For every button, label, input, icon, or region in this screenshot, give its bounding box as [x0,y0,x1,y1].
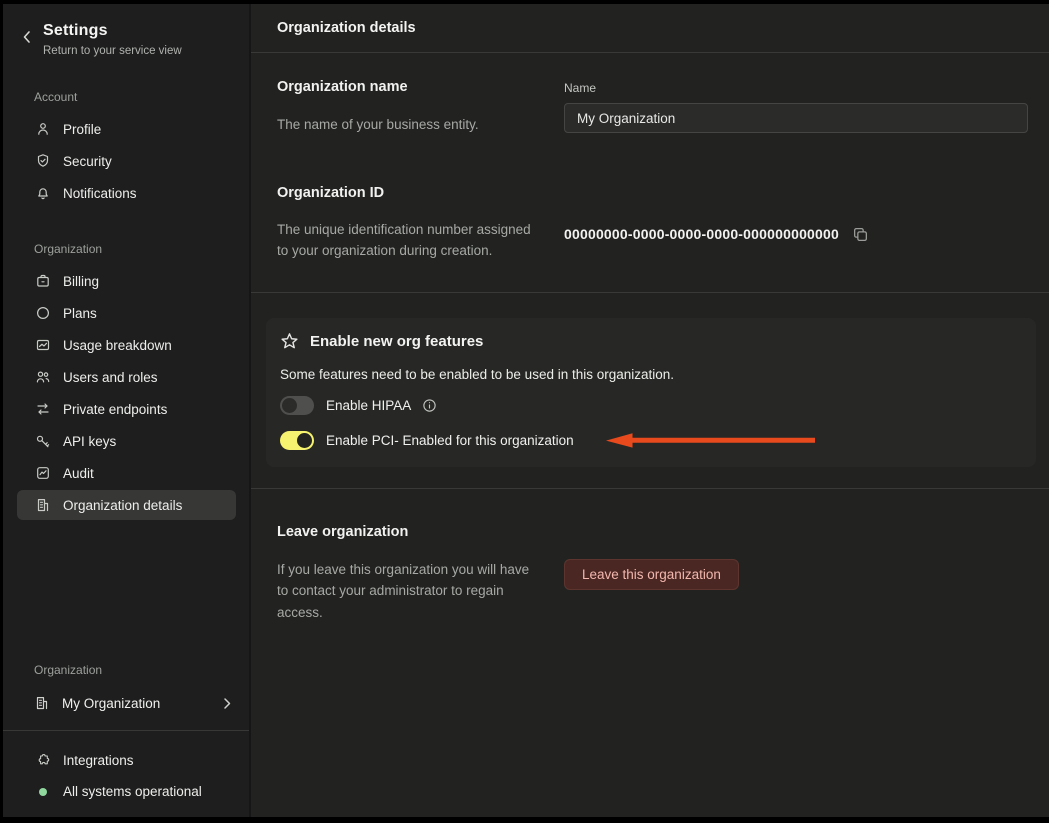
sidebar-item-organization-details[interactable]: Organization details [17,490,236,520]
card-title: Enable new org features [310,332,484,350]
card-description: Some features need to be enabled to be u… [280,366,675,382]
section-label-organization: Organization [34,242,103,256]
org-switcher[interactable]: My Organization [3,686,249,720]
sidebar-item-label: Notifications [63,185,137,201]
copy-icon[interactable] [852,226,869,243]
sidebar-item-billing[interactable]: Billing [3,265,249,297]
enable-features-card: Enable new org features Some features ne… [266,317,1036,467]
red-arrow-annotation-icon [604,432,817,448]
sidebar-subtitle[interactable]: Return to your service view [43,45,182,57]
star-icon [280,332,299,351]
org-id-heading: Organization ID [277,184,385,201]
section-label-account: Account [34,90,78,104]
pci-toggle[interactable] [280,430,314,450]
key-icon [34,433,51,449]
sidebar-item-label: Billing [63,273,100,289]
sidebar-item-users-and-roles[interactable]: Users and roles [3,361,249,393]
org-name-section: Organization name The name of your busin… [251,53,1049,136]
status-label: All systems operational [63,784,202,799]
sidebar-item-private-endpoints[interactable]: Private endpoints [3,393,249,425]
sidebar-item-label: API keys [63,433,117,449]
usage-chart-icon [34,337,51,353]
section-divider [251,291,1049,293]
puzzle-icon [34,753,51,769]
app-window: Settings Return to your service view Acc… [3,4,1049,817]
sidebar-item-label: Private endpoints [63,401,168,417]
billing-icon [34,273,51,289]
name-field-label: Name [564,81,597,95]
pci-toggle-row: Enable PCI- Enabled for this organizatio… [280,426,1016,455]
org-name-description: The name of your business entity. [277,117,479,132]
org-switcher-value: My Organization [62,695,161,711]
audit-icon [34,465,51,481]
main-content: Organization details Organization name T… [251,4,1049,817]
organization-nav: Billing Plans Usage breakdown Users and … [3,265,249,521]
hipaa-toggle[interactable] [280,395,314,415]
person-icon [34,121,51,137]
sidebar-item-api-keys[interactable]: API keys [3,425,249,457]
sidebar-item-label: Plans [63,305,97,321]
sidebar-item-notifications[interactable]: Notifications [3,177,249,209]
sidebar-item-label: Security [63,153,112,169]
info-icon[interactable] [422,398,437,413]
sidebar-title: Settings [43,22,108,39]
org-id-section: Organization ID The unique identificatio… [251,183,1049,262]
system-status-link[interactable]: All systems operational [3,776,249,807]
settings-sidebar: Settings Return to your service view Acc… [3,4,251,817]
hipaa-toggle-row: Enable HIPAA [280,391,1016,420]
circle-icon [34,305,51,321]
chevron-right-icon [221,697,233,710]
page-title: Organization details [251,4,1049,53]
users-icon [34,369,51,385]
leave-org-section: Leave organization If you leave this org… [251,489,1049,624]
sidebar-header: Settings Return to your service view [3,18,249,57]
org-id-value: 00000000-0000-0000-0000-000000000000 [564,226,840,242]
account-nav: Profile Security Notifications [3,113,249,209]
building-icon [34,497,51,513]
sidebar-item-label: Profile [63,121,102,137]
sidebar-item-label: Users and roles [63,369,158,385]
leave-organization-button[interactable]: Leave this organization [564,558,739,590]
org-name-heading: Organization name [277,79,408,95]
sidebar-item-label: Organization details [63,497,183,513]
sidebar-item-plans[interactable]: Plans [3,297,249,329]
sidebar-item-audit[interactable]: Audit [3,457,249,489]
sidebar-footer: Integrations All systems operational [3,730,249,817]
org-switcher-label: Organization [34,663,103,677]
hipaa-toggle-label: Enable HIPAA [326,397,412,413]
leave-org-description: If you leave this organization you will … [277,561,530,620]
sidebar-item-security[interactable]: Security [3,145,249,177]
sidebar-item-label: Audit [63,465,94,481]
leave-org-heading: Leave organization [277,523,409,540]
sidebar-bottom: Organization My Organization Integration… [3,663,249,817]
sidebar-item-usage-breakdown[interactable]: Usage breakdown [3,329,249,361]
bell-icon [34,185,51,201]
sidebar-item-label: Usage breakdown [63,337,172,353]
status-dot-icon [34,787,51,796]
org-name-input[interactable] [564,103,1028,133]
back-chevron-icon[interactable] [21,30,33,44]
sidebar-item-profile[interactable]: Profile [3,113,249,145]
building-icon [34,695,50,711]
integrations-link[interactable]: Integrations [3,745,249,776]
swap-arrows-icon [34,401,51,417]
pci-toggle-label: Enable PCI- Enabled for this organizatio… [326,432,574,448]
integrations-label: Integrations [63,753,134,768]
shield-check-icon [34,153,51,169]
org-id-description: The unique identification number assigne… [277,221,531,259]
